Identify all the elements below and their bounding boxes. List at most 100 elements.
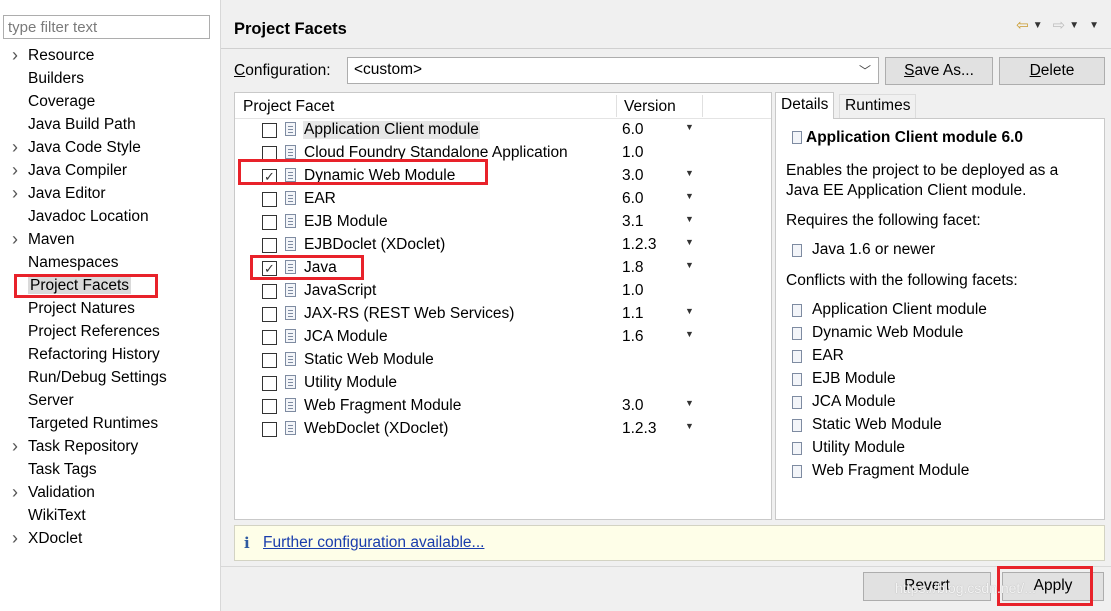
facet-version[interactable]: 1.0 [622,282,644,300]
facet-checkbox[interactable] [262,422,277,437]
facet-checkbox[interactable] [262,215,277,230]
facet-checkbox[interactable] [262,307,277,322]
version-dropdown-icon[interactable]: ▼ [685,237,694,247]
facet-version[interactable]: 1.8 [622,259,644,277]
facet-row[interactable]: Utility Module [235,372,771,395]
facet-row[interactable]: EJB Module 3.1 ▼ [235,211,771,234]
forward-menu-chevron-icon[interactable]: ▼ [1069,20,1079,31]
sidebar-item[interactable]: › Task Repository [0,435,220,458]
configuration-select[interactable]: <custom> ﹀ [347,57,879,84]
facet-name: Static Web Module [304,351,434,368]
chevron-right-icon[interactable]: › [12,481,22,504]
facet-checkbox[interactable] [262,123,277,138]
facet-row[interactable]: ✓ Java 1.8 ▼ [235,257,771,280]
back-arrow-icon[interactable]: ⇦ [1016,16,1029,34]
further-configuration-link[interactable]: Further configuration available... [263,534,484,552]
facet-checkbox[interactable] [262,376,277,391]
facet-version[interactable]: 3.1 [622,213,644,231]
sidebar-item[interactable]: Coverage [0,90,220,113]
facet-version[interactable]: 1.1 [622,305,644,323]
sidebar-item[interactable]: Java Build Path [0,113,220,136]
column-header-facet[interactable]: Project Facet [243,98,334,116]
version-dropdown-icon[interactable]: ▼ [685,214,694,224]
filter-input[interactable] [3,15,210,39]
facet-row[interactable]: JAX-RS (REST Web Services) 1.1 ▼ [235,303,771,326]
facet-version[interactable]: 1.0 [622,144,644,162]
version-dropdown-icon[interactable]: ▼ [685,329,694,339]
sidebar-item[interactable]: Javadoc Location [0,205,220,228]
chevron-right-icon[interactable]: › [12,182,22,205]
save-as-button[interactable]: Save As... [885,57,993,85]
sidebar-item[interactable]: Task Tags [0,458,220,481]
document-icon [285,329,296,343]
tab-runtimes[interactable]: Runtimes [839,94,917,118]
column-header-version[interactable]: Version [624,98,676,116]
sidebar-item[interactable]: Refactoring History [0,343,220,366]
version-dropdown-icon[interactable]: ▼ [685,122,694,132]
facet-row[interactable]: JCA Module 1.6 ▼ [235,326,771,349]
version-dropdown-icon[interactable]: ▼ [685,260,694,270]
sidebar-item[interactable]: › Java Editor [0,182,220,205]
version-dropdown-icon[interactable]: ▼ [685,168,694,178]
view-menu-chevron-icon[interactable]: ▼ [1089,20,1099,31]
facet-row[interactable]: JavaScript 1.0 [235,280,771,303]
sidebar-item[interactable]: › Maven [0,228,220,251]
chevron-right-icon[interactable]: › [12,435,22,458]
facet-row[interactable]: Web Fragment Module 3.0 ▼ [235,395,771,418]
sidebar-item[interactable]: Server [0,389,220,412]
sidebar-item[interactable]: Project References [0,320,220,343]
facet-row[interactable]: WebDoclet (XDoclet) 1.2.3 ▼ [235,418,771,441]
facet-version[interactable]: 3.0 [622,167,644,185]
facet-row[interactable]: Application Client module 6.0 ▼ [235,119,771,142]
forward-arrow-icon[interactable]: ⇨ [1053,16,1066,34]
facet-row[interactable]: Static Web Module [235,349,771,372]
sidebar-item[interactable]: Targeted Runtimes [0,412,220,435]
facet-checkbox[interactable] [262,353,277,368]
sidebar-item[interactable]: Project Natures [0,297,220,320]
facet-version[interactable]: 6.0 [622,121,644,139]
facet-checkbox[interactable] [262,192,277,207]
facet-list-item: EJB Module [812,370,896,387]
facet-checkbox[interactable] [262,238,277,253]
sidebar-item-label: Builders [28,70,84,87]
facet-row[interactable]: EJBDoclet (XDoclet) 1.2.3 ▼ [235,234,771,257]
version-dropdown-icon[interactable]: ▼ [685,398,694,408]
facet-checkbox-checked[interactable]: ✓ [262,261,277,276]
chevron-right-icon[interactable]: › [12,228,22,251]
chevron-right-icon[interactable]: › [12,44,22,67]
facet-row[interactable]: ✓ Dynamic Web Module 3.0 ▼ [235,165,771,188]
sidebar-item[interactable]: › Validation [0,481,220,504]
facet-version[interactable]: 6.0 [622,190,644,208]
sidebar-item[interactable]: › Resource [0,44,220,67]
facet-version[interactable]: 3.0 [622,397,644,415]
version-dropdown-icon[interactable]: ▼ [685,191,694,201]
sidebar-item[interactable]: › Java Code Style [0,136,220,159]
delete-button[interactable]: Delete [999,57,1105,85]
facet-version[interactable]: 1.6 [622,328,644,346]
sidebar-item[interactable]: WikiText [0,504,220,527]
facet-checkbox[interactable] [262,146,277,161]
sidebar-item[interactable]: Run/Debug Settings [0,366,220,389]
facet-list-item: Dynamic Web Module [812,324,964,341]
facet-checkbox[interactable] [262,399,277,414]
back-menu-chevron-icon[interactable]: ▼ [1033,20,1043,31]
facet-name: Java [304,259,337,276]
sidebar-item[interactable]: Builders [0,67,220,90]
version-dropdown-icon[interactable]: ▼ [685,421,694,431]
sidebar-item[interactable]: › Java Compiler [0,159,220,182]
sidebar-item[interactable]: Namespaces [0,251,220,274]
sidebar-item[interactable]: Project Facets [0,274,220,297]
facet-checkbox-checked[interactable]: ✓ [262,169,277,184]
chevron-right-icon[interactable]: › [12,527,22,550]
sidebar-item[interactable]: › XDoclet [0,527,220,550]
facet-row[interactable]: Cloud Foundry Standalone Application 1.0 [235,142,771,165]
facet-row[interactable]: EAR 6.0 ▼ [235,188,771,211]
tab-details[interactable]: Details [775,92,835,119]
version-dropdown-icon[interactable]: ▼ [685,306,694,316]
facet-checkbox[interactable] [262,284,277,299]
chevron-right-icon[interactable]: › [12,136,22,159]
facet-version[interactable]: 1.2.3 [622,420,656,438]
facet-checkbox[interactable] [262,330,277,345]
chevron-right-icon[interactable]: › [12,159,22,182]
facet-version[interactable]: 1.2.3 [622,236,656,254]
